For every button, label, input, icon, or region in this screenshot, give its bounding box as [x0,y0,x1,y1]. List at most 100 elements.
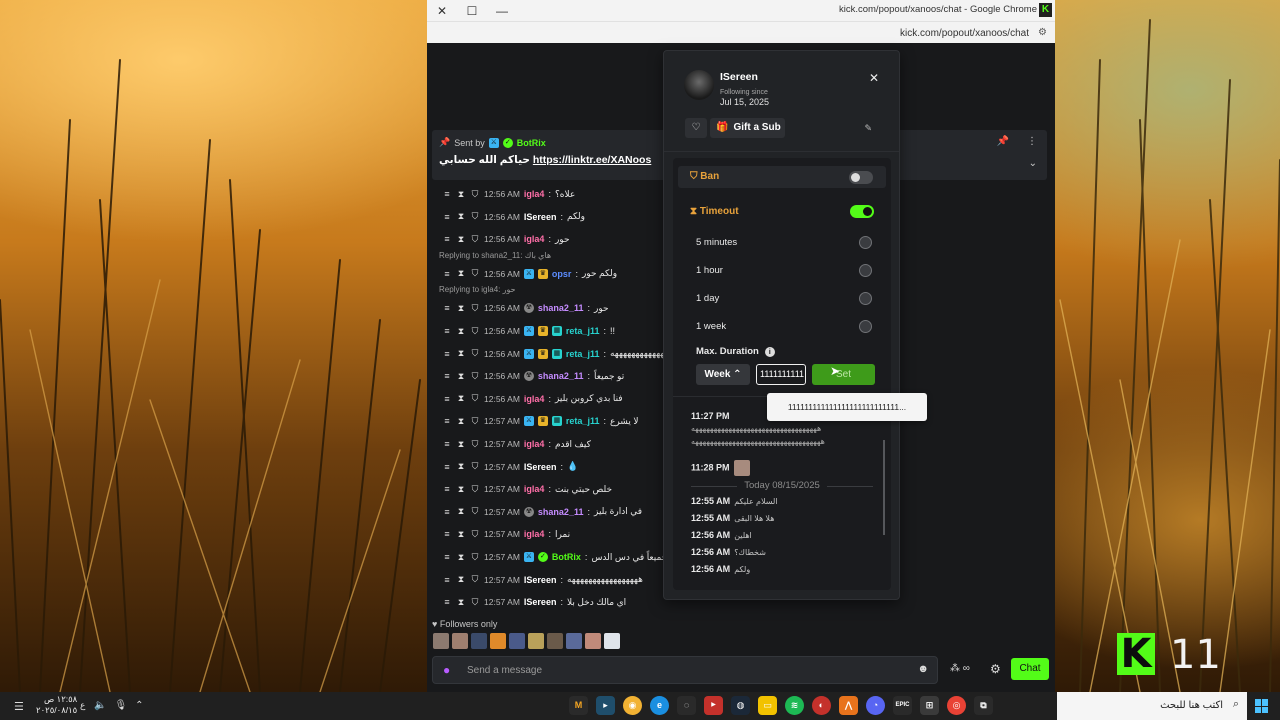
ban-icon[interactable]: ⛉ [470,189,480,200]
timeout-icon[interactable]: ⧗ [456,189,466,200]
taskbar-search[interactable]: اكتب هنا للبحث ⌕ [1057,692,1247,720]
ban-icon[interactable]: ⛉ [470,439,480,450]
close-window-button[interactable]: ✕ [427,0,457,21]
message-username[interactable]: shana2_11 [538,507,584,517]
emote-item[interactable] [604,633,620,649]
delete-message-icon[interactable]: ≡ [442,484,452,494]
timeout-icon[interactable]: ⧗ [456,484,466,495]
site-settings-icon[interactable]: ⚙ [1038,27,1047,38]
message-username[interactable]: reta_j11 [566,416,600,426]
timeout-icon[interactable]: ⧗ [456,211,466,222]
delete-message-icon[interactable]: ≡ [442,234,452,244]
message-input[interactable]: ● Send a message ☻ [432,656,938,684]
chevron-down-icon[interactable]: ⌄ [1029,158,1037,169]
ban-icon[interactable]: ⛉ [470,416,480,427]
history-scrollbar[interactable] [883,440,885,535]
timeout-option-5-minutes[interactable]: 5 minutes [696,237,737,248]
taskbar-app-icon[interactable]: ◉ [623,696,642,715]
radio-1-day[interactable] [859,292,872,305]
duration-unit-select[interactable]: Week ⌃ [696,364,750,385]
epic-games-icon[interactable]: EPIC [893,696,912,715]
info-icon[interactable]: i [764,347,775,357]
timeout-option-1-hour[interactable]: 1 hour [696,265,723,276]
chat-message[interactable]: ≡ ⧗ ⛉ 12:57 AM ISereen: اي مالك دخل بلا [442,594,626,610]
spotify-icon[interactable]: ≋ [785,696,804,715]
taskbar-clock[interactable]: ١٢:٥٨ ص ٢٠٢٥/٠٨/١٥ [36,694,77,716]
reply-context[interactable]: Replying to shana2_11: هاي باك [439,251,551,260]
ban-icon[interactable]: ⛉ [470,529,480,540]
unpin-icon[interactable]: 📌 [997,136,1009,147]
emote-item[interactable] [585,633,601,649]
message-username[interactable]: ISereen [524,597,557,607]
emote-item[interactable] [471,633,487,649]
microphone-icon[interactable]: ● [443,663,450,677]
ban-icon[interactable]: ⛉ [470,552,480,563]
microphone-tray-icon[interactable]: 🎙 [114,700,127,711]
delete-message-icon[interactable]: ≡ [442,575,452,585]
chat-message[interactable]: ≡ ⧗ ⛉ 12:56 AM ☢ shana2_11: تو جميعاً [442,368,624,384]
message-username[interactable]: igla4 [524,189,545,199]
message-username[interactable]: igla4 [524,439,545,449]
timeout-icon[interactable]: ⧗ [456,416,466,427]
ban-icon[interactable]: ⛉ [470,326,480,337]
delete-message-icon[interactable]: ≡ [442,394,452,404]
input-language[interactable]: ع [80,700,85,711]
timeout-icon[interactable]: ⧗ [456,268,466,279]
radio-1-week[interactable] [859,320,872,333]
message-username[interactable]: igla4 [524,394,545,404]
radio-1-hour[interactable] [859,264,872,277]
avatar[interactable] [684,70,714,100]
chat-message[interactable]: ≡ ⧗ ⛉ 12:56 AM ⚔ ♛ opsr: ولكم حور [442,266,617,282]
taskbar-app-icon[interactable]: M [569,696,588,715]
timeout-icon[interactable]: ⧗ [456,234,466,245]
delete-message-icon[interactable]: ≡ [442,303,452,313]
task-view-icon[interactable]: ⧉ [974,696,993,715]
timeout-toggle[interactable] [850,205,874,218]
message-username[interactable]: ISereen [524,462,557,472]
timeout-icon[interactable]: ⧗ [456,348,466,359]
ban-icon[interactable]: ⛉ [470,597,480,608]
ban-icon[interactable]: ⛉ [470,506,480,517]
message-username[interactable]: BotRix [552,552,581,562]
taskbar-app-icon[interactable]: ⋀ [839,696,858,715]
edge-icon[interactable]: e [650,696,669,715]
timeout-icon[interactable]: ⧗ [456,393,466,404]
timeout-icon[interactable]: ⧗ [456,371,466,382]
more-options-icon[interactable]: ⋮ [1027,136,1037,147]
emote-item[interactable] [509,633,525,649]
chat-message[interactable]: ≡ ⧗ ⛉ 12:57 AM ISereen: 💧 [442,459,578,475]
message-username[interactable]: igla4 [524,484,545,494]
delete-message-icon[interactable]: ≡ [442,462,452,472]
volume-icon[interactable]: 🔈 [94,700,106,711]
chevron-up-icon[interactable]: ⌃ [135,700,143,711]
notification-icon[interactable]: ☰ [14,700,24,713]
ban-row[interactable]: ⛉ Ban [678,166,886,188]
modcard-username[interactable]: ISereen [720,71,758,83]
message-username[interactable]: reta_j11 [566,349,600,359]
timeout-option-1-day[interactable]: 1 day [696,293,719,304]
steam-icon[interactable]: ◍ [731,696,750,715]
ban-icon[interactable]: ⛉ [470,234,480,245]
chat-message[interactable]: ≡ ⧗ ⛉ 12:57 AM igla4: خلص حبتي بنت [442,481,612,497]
message-username[interactable]: ISereen [524,575,557,585]
chrome-icon[interactable]: ◎ [947,696,966,715]
emote-item[interactable] [566,633,582,649]
message-username[interactable]: igla4 [524,234,545,244]
delete-message-icon[interactable]: ≡ [442,529,452,539]
timeout-icon[interactable]: ⧗ [456,552,466,563]
delete-message-icon[interactable]: ≡ [442,212,452,222]
delete-message-icon[interactable]: ≡ [442,439,452,449]
chat-message[interactable]: ≡ ⧗ ⛉ 12:57 AM igla4: كيف اقدم [442,436,591,452]
file-explorer-icon[interactable]: ▭ [758,696,777,715]
ban-icon[interactable]: ⛉ [470,211,480,222]
reply-context[interactable]: Replying to igla4: حور [439,285,516,294]
delete-message-icon[interactable]: ≡ [442,326,452,336]
ban-icon[interactable]: ⛉ [470,371,480,382]
delete-message-icon[interactable]: ≡ [442,507,452,517]
chat-message[interactable]: ≡ ⧗ ⛉ 12:57 AM ⚔ ♛ ▦ reta_j11: لا يشرع [442,413,638,429]
emote-item[interactable] [452,633,468,649]
delete-message-icon[interactable]: ≡ [442,416,452,426]
pinned-sender-name[interactable]: BotRix [517,138,546,148]
timeout-icon[interactable]: ⧗ [456,529,466,540]
ban-icon[interactable]: ⛉ [470,574,480,585]
